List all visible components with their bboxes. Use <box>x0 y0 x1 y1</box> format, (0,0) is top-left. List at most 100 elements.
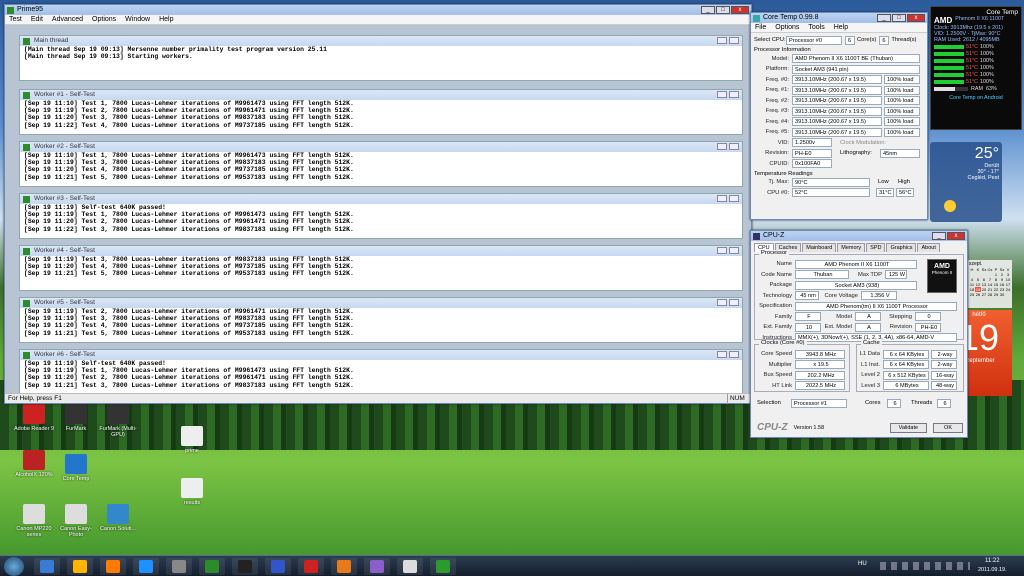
tray-icons[interactable] <box>880 562 970 570</box>
close-button[interactable]: x <box>731 6 749 14</box>
child-restore-button[interactable] <box>729 195 739 202</box>
language-indicator[interactable]: HU <box>858 561 867 567</box>
desktop-icon[interactable]: results <box>170 478 214 506</box>
cpuz-titlebar[interactable]: CPU-Z _ x <box>751 231 967 241</box>
log-output: [Sep 19 11:19] Test 3, 7800 Lucas-Lehmer… <box>20 256 742 278</box>
child-restore-button[interactable] <box>729 299 739 306</box>
start-button[interactable] <box>4 557 24 576</box>
menu-help[interactable]: Help <box>834 23 848 32</box>
child-titlebar[interactable]: Worker #2 - Self-Test <box>20 142 742 152</box>
child-restore-button[interactable] <box>729 37 739 44</box>
child-minimize-button[interactable] <box>717 247 727 254</box>
menu-options[interactable]: Options <box>92 15 116 24</box>
cpuz-logo-product: Phenom II <box>931 270 953 275</box>
tab-mainboard[interactable]: Mainboard <box>802 243 837 252</box>
child-restore-button[interactable] <box>729 247 739 254</box>
child-titlebar[interactable]: Main thread <box>20 36 742 46</box>
tab-memory[interactable]: Memory <box>837 243 866 252</box>
child-minimize-button[interactable] <box>717 37 727 44</box>
child-minimize-button[interactable] <box>717 195 727 202</box>
minimize-button[interactable]: _ <box>701 6 715 14</box>
menu-file[interactable]: File <box>755 23 766 32</box>
desktop-icon[interactable]: Canon Easy-Photo <box>54 504 98 538</box>
worker-icon <box>23 196 30 203</box>
menu-tools[interactable]: Tools <box>808 23 824 32</box>
maximize-button[interactable]: □ <box>892 14 906 22</box>
desktop-icon-image <box>107 504 129 524</box>
desktop-icon-label: Adobe Reader 9 <box>13 426 55 432</box>
child-titlebar[interactable]: Worker #6 - Self-Test <box>20 350 742 360</box>
level3-label: Level 3 <box>861 382 880 389</box>
freq-row: Freq. #1: 3913.10MHz (200.67 x 19.5) 100% … <box>754 85 924 96</box>
minimize-button[interactable]: _ <box>877 14 891 22</box>
validate-button[interactable]: Validate <box>889 422 928 433</box>
taskbar-app-icon[interactable] <box>298 558 324 575</box>
child-restore-button[interactable] <box>729 143 739 150</box>
desktop-icon[interactable]: prime <box>170 426 214 454</box>
taskbar-app-icon[interactable] <box>34 558 60 575</box>
menu-advanced[interactable]: Advanced <box>52 15 83 24</box>
taskbar-app-icon[interactable] <box>331 558 357 575</box>
freq-label: Freq. #1: <box>765 87 789 94</box>
selection-dropdown[interactable]: Processor #1 <box>791 398 847 408</box>
clock-time[interactable]: 11:22 <box>985 558 1000 564</box>
cpuid-label: CPUID: <box>769 160 789 167</box>
desktop-icon[interactable]: Core Temp <box>54 454 98 482</box>
desktop-icon[interactable]: FurMark <box>54 404 98 432</box>
model-value: A <box>855 312 881 322</box>
core-bar-row: 51°C 100% <box>934 64 1018 71</box>
child-titlebar[interactable]: Worker #1 - Self-Test <box>20 90 742 100</box>
desktop-icon-image <box>181 426 203 446</box>
taskbar-app-icon[interactable] <box>232 558 258 575</box>
close-button[interactable]: x <box>907 14 925 22</box>
minimize-button[interactable]: _ <box>932 232 946 240</box>
taskbar-app-icon[interactable] <box>100 558 126 575</box>
cpu-select[interactable]: Processor #0 <box>786 35 842 45</box>
ok-button[interactable]: OK <box>933 422 963 433</box>
android-link[interactable]: Core Temp on Android <box>934 95 1018 101</box>
desktop-icon[interactable]: Adobe Reader 9 <box>12 404 56 432</box>
child-minimize-button[interactable] <box>717 91 727 98</box>
taskbar-app-icon[interactable] <box>397 558 423 575</box>
menu-edit[interactable]: Edit <box>31 15 43 24</box>
menu-options[interactable]: Options <box>775 23 799 32</box>
desktop-icon[interactable]: Canon MP220 series <box>12 504 56 538</box>
child-titlebar[interactable]: Worker #3 - Self-Test <box>20 194 742 204</box>
cores-value: 6 <box>887 398 901 408</box>
desktop-icon[interactable]: AlcoholX 120% <box>12 450 56 478</box>
taskbar-app-icon[interactable] <box>430 558 456 575</box>
child-titlebar[interactable]: Worker #4 - Self-Test <box>20 246 742 256</box>
close-button[interactable]: x <box>947 232 965 240</box>
taskbar-app-icon[interactable] <box>166 558 192 575</box>
calendar-day[interactable]: 24 <box>1005 287 1011 292</box>
taskbar-app-icon[interactable] <box>199 558 225 575</box>
child-minimize-button[interactable] <box>717 299 727 306</box>
desktop-icon[interactable]: FurMark (Multi-GPU) <box>96 404 140 438</box>
child-restore-button[interactable] <box>729 351 739 358</box>
coretemp-titlebar[interactable]: Core Temp 0.99.8 _ □ x <box>751 13 927 23</box>
child-minimize-button[interactable] <box>717 351 727 358</box>
child-restore-button[interactable] <box>729 91 739 98</box>
app-glyph <box>139 560 153 573</box>
tab-about[interactable]: About <box>917 243 940 252</box>
tab-graphics[interactable]: Graphics <box>886 243 917 252</box>
child-titlebar[interactable]: Worker #5 - Self-Test <box>20 298 742 308</box>
app-glyph <box>304 560 318 573</box>
menu-window[interactable]: Window <box>125 15 150 24</box>
tab-spd[interactable]: SPD <box>866 243 886 252</box>
taskbar-app-icon[interactable] <box>133 558 159 575</box>
menu-help[interactable]: Help <box>159 15 173 24</box>
taskbar-app-icon[interactable] <box>67 558 93 575</box>
level3-value: 6 MBytes <box>883 381 929 391</box>
taskbar-app-icon[interactable] <box>364 558 390 575</box>
app-glyph <box>271 560 285 573</box>
calendar-day[interactable]: 30 <box>999 292 1005 297</box>
maximize-button[interactable]: □ <box>716 6 730 14</box>
prime95-titlebar[interactable]: Prime95 _ □ x <box>5 5 751 15</box>
menu-test[interactable]: Test <box>9 15 22 24</box>
child-minimize-button[interactable] <box>717 143 727 150</box>
desktop-icon[interactable]: Canon Soluti... <box>96 504 140 532</box>
taskbar-app-icon[interactable] <box>265 558 291 575</box>
clock-date[interactable]: 2011.09.19. <box>978 567 1007 573</box>
l1-inst-ways: 2-way <box>931 360 957 370</box>
